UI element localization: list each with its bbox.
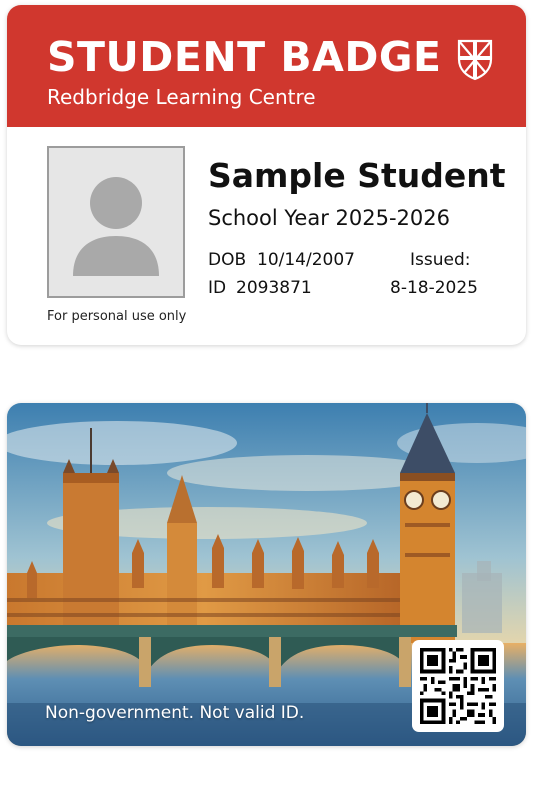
issued-label: Issued:: [410, 250, 471, 270]
personal-use-note: For personal use only: [47, 309, 187, 324]
badge-back: Non-government. Not valid ID.: [7, 403, 526, 746]
issued-date: 8-18-2025: [390, 278, 478, 298]
dob-value: 10/14/2007: [257, 250, 355, 270]
badge-header: STUDENT BADGE Redbridge Learning Centre: [7, 5, 526, 127]
id-label: ID: [208, 278, 227, 298]
school-year: School Year 2025-2026: [208, 206, 450, 230]
dob-label: DOB: [208, 250, 247, 270]
badge-title: STUDENT BADGE: [47, 33, 442, 81]
photo-placeholder: [47, 146, 185, 298]
id-value: 2093871: [236, 278, 312, 298]
student-name: Sample Student: [208, 156, 506, 195]
shield-crest-icon: [457, 39, 493, 81]
person-silhouette-icon: [73, 177, 159, 276]
badge-front: STUDENT BADGE Redbridge Learning Centre …: [7, 5, 526, 345]
institution-name: Redbridge Learning Centre: [47, 85, 316, 109]
qr-code: [412, 640, 504, 732]
qr-code-icon: [420, 648, 496, 724]
non-government-disclaimer: Non-government. Not valid ID.: [45, 703, 305, 723]
